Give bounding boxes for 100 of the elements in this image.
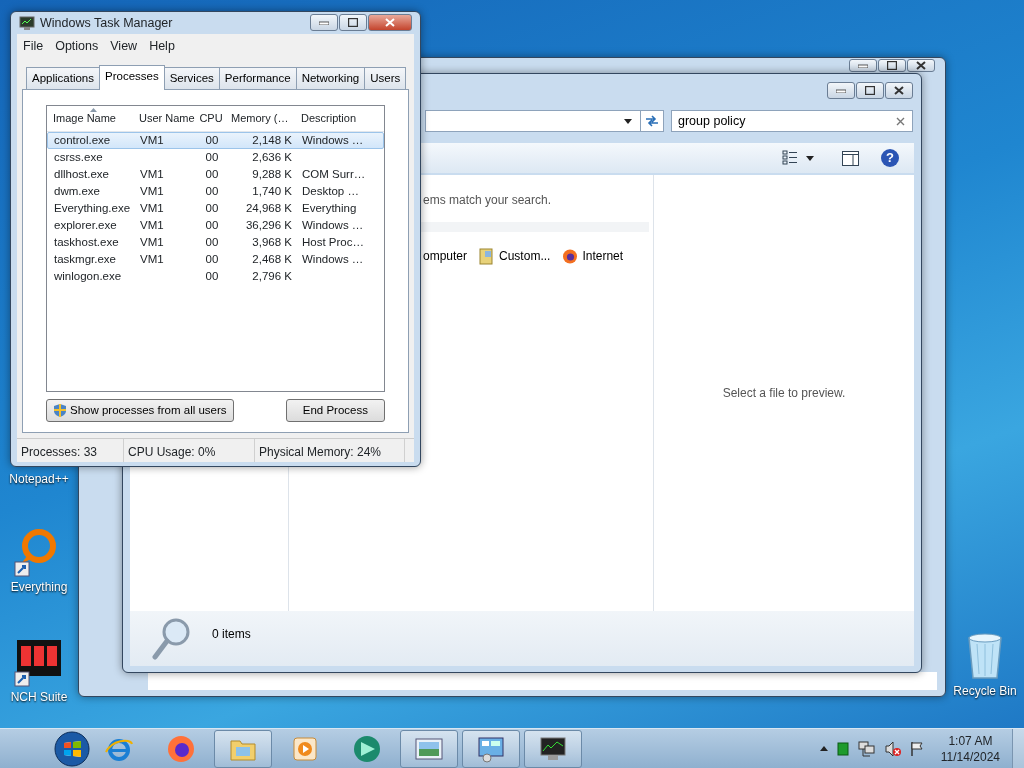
minimize-icon (858, 63, 868, 68)
menu-item[interactable]: Options (49, 35, 105, 57)
table-cell-text: 00 (204, 149, 220, 165)
minimize-icon (836, 88, 846, 93)
tab[interactable]: Services (163, 66, 220, 89)
menu-item[interactable]: Help (143, 35, 181, 57)
table-cell-text: VM1 (139, 166, 165, 182)
column-header[interactable]: Memory (… (225, 110, 295, 127)
table-cell-text: dwm.exe (53, 183, 102, 199)
search-field[interactable]: group policy (671, 110, 913, 132)
status-bar-field: CPU Usage: 0% (124, 439, 255, 462)
minimize-button[interactable] (827, 82, 855, 99)
refresh-icon (645, 115, 659, 127)
clear-icon[interactable] (896, 117, 905, 126)
table-cell-text: dllhost.exe (53, 166, 110, 182)
tab[interactable]: Applications (26, 66, 100, 89)
process-row[interactable]: dwm.exe VM1 00 1,740 K Desktop … (47, 182, 384, 200)
close-button[interactable] (907, 59, 935, 72)
process-row[interactable]: taskhost.exe VM1 00 3,968 K Host Proc… (47, 233, 384, 251)
close-button[interactable] (885, 82, 913, 99)
table-cell-text: Desktop … (301, 183, 360, 199)
tab[interactable]: Networking (295, 66, 366, 89)
table-cell-text: 00 (204, 268, 220, 284)
start-button[interactable] (54, 730, 90, 767)
table-cell-text: VM1 (139, 234, 165, 250)
globe-icon[interactable] (562, 247, 579, 265)
show-all-users-button[interactable]: Show processes from all users (46, 398, 234, 422)
search-result-item[interactable]: omputer (423, 247, 468, 265)
maximize-button[interactable] (856, 82, 884, 99)
close-icon (894, 86, 904, 95)
shield-icon (53, 403, 67, 418)
table-cell-text: taskhost.exe (53, 234, 120, 250)
tab[interactable]: Processes (99, 64, 165, 90)
minimize-icon (319, 20, 329, 25)
table-cell-text: Windows … (301, 217, 365, 233)
table-cell-text: explorer.exe (53, 217, 118, 233)
table-cell-text: VM1 (139, 183, 165, 199)
tray-app-icon[interactable] (836, 741, 849, 756)
preview-message: Select a file to preview. (722, 385, 846, 402)
search-result-item[interactable]: Custom... (499, 247, 551, 265)
desktop-icon-label[interactable]: Notepad++ (9, 470, 69, 488)
table-cell-text: Host Proc… (301, 234, 365, 250)
table-cell-text: Windows … (301, 251, 365, 267)
menu-item[interactable]: View (104, 35, 144, 57)
table-cell-text: 2,148 K (251, 132, 293, 148)
minimize-button[interactable] (849, 59, 877, 72)
column-header[interactable]: Image Name (47, 110, 133, 127)
view-list-icon[interactable] (782, 150, 798, 166)
process-row[interactable]: dllhost.exe VM1 00 9,288 K COM Surr… (47, 165, 384, 183)
table-cell-text: 00 (204, 183, 220, 199)
desktop-icon-label[interactable]: Recycle Bin (953, 682, 1017, 700)
maximize-button[interactable] (339, 14, 367, 32)
help-button[interactable]: ? (881, 149, 899, 167)
table-cell-text: Everything.exe (53, 200, 132, 216)
maximize-icon (865, 86, 875, 95)
table-cell-text: 00 (204, 217, 220, 233)
search-result-item[interactable]: Internet (582, 247, 624, 265)
muted-speaker-icon[interactable] (884, 740, 901, 757)
table-cell-text: VM1 (139, 200, 165, 216)
table-cell-text: 00 (204, 234, 220, 250)
table-cell-text: 9,288 K (251, 166, 293, 182)
monitor-icon (19, 15, 35, 30)
table-cell-text: taskmgr.exe (53, 251, 117, 267)
results-message: ems match your search. (423, 192, 552, 209)
process-row[interactable]: taskmgr.exe VM1 00 2,468 K Windows … (47, 250, 384, 268)
column-header[interactable]: Description (295, 110, 369, 127)
process-row[interactable]: csrss.exe 00 2,636 K (47, 148, 384, 166)
table-cell-text: VM1 (139, 217, 165, 233)
table-cell-text: 2,468 K (251, 251, 293, 267)
browser-icon (166, 733, 196, 764)
address-field[interactable] (425, 110, 664, 132)
column-header[interactable]: User Name (133, 110, 197, 127)
taskbar-button[interactable] (524, 729, 582, 768)
dropdown-arrow-icon[interactable] (806, 155, 814, 161)
process-row[interactable]: Everything.exe VM1 00 24,968 K Everything (47, 199, 384, 217)
flag-icon[interactable] (909, 740, 924, 757)
show-hidden-icons[interactable] (819, 746, 828, 751)
table-cell-text: 00 (204, 132, 220, 148)
item-count: 0 items (212, 626, 251, 643)
table-cell-text: VM1 (139, 251, 165, 267)
minimize-button[interactable] (310, 14, 338, 32)
maximize-icon (887, 61, 897, 70)
tab[interactable]: Performance (218, 66, 297, 89)
table-cell-text: 24,968 K (244, 200, 293, 216)
menu-item[interactable]: File (17, 35, 50, 57)
table-cell-text: 2,796 K (251, 268, 293, 284)
end-process-button[interactable]: End Process (285, 398, 385, 422)
table-cell-text: COM Surr… (301, 166, 367, 182)
process-list[interactable] (46, 104, 385, 392)
dropdown-arrow-icon[interactable] (624, 118, 632, 124)
preview-pane-icon[interactable] (842, 150, 859, 166)
clock[interactable]: 1:07 AM 11/14/2024 (940, 732, 1000, 765)
maximize-button[interactable] (878, 59, 906, 72)
process-row[interactable]: winlogon.exe 00 2,796 K (47, 267, 384, 285)
tab[interactable]: Users (364, 66, 407, 89)
table-cell-text: 00 (204, 166, 220, 182)
process-row[interactable]: explorer.exe VM1 00 36,296 K Windows … (47, 216, 384, 234)
column-header[interactable]: CPU (197, 110, 225, 127)
network-icon[interactable] (857, 740, 876, 757)
window-title: Windows Task Manager (40, 14, 174, 32)
